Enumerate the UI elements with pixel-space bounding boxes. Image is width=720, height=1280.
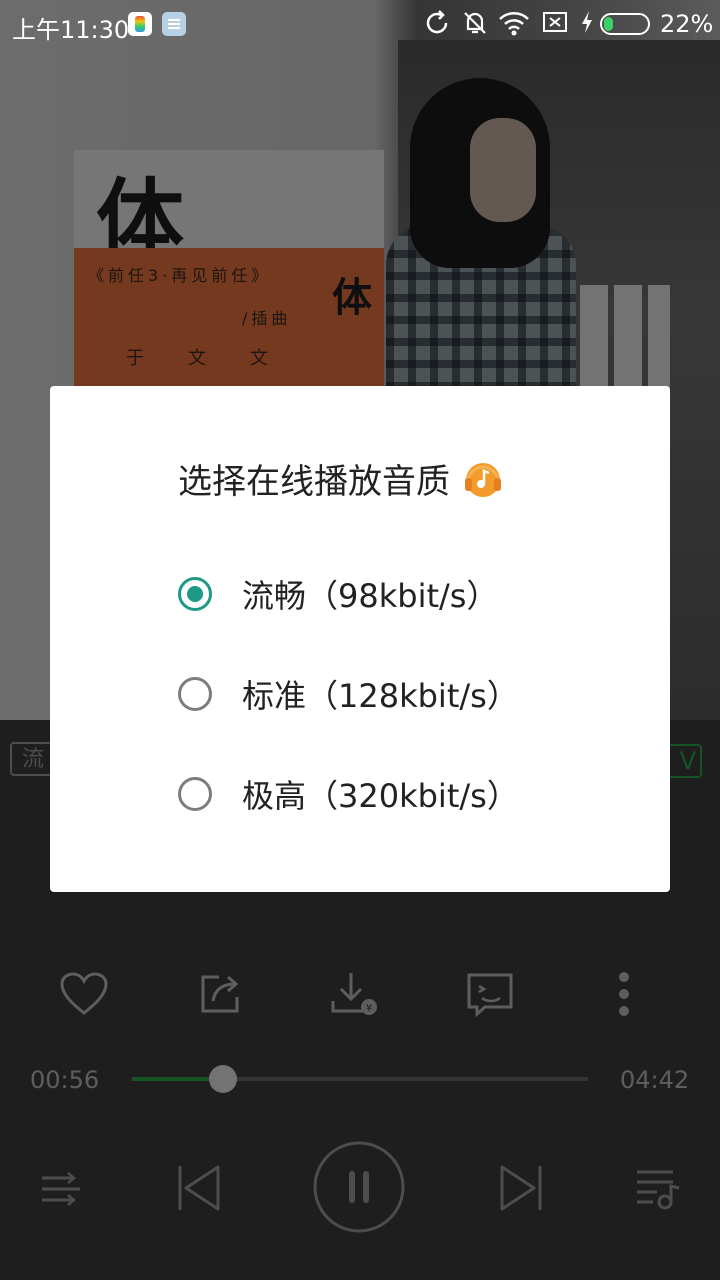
- battery-percent: 22%: [660, 10, 714, 38]
- dialog-title-text: 选择在线播放音质: [178, 462, 450, 502]
- status-bar: 上午11:30 22%: [0, 0, 720, 50]
- status-time: 上午11:30: [12, 16, 130, 44]
- quality-dialog: 选择在线播放音质 流畅（98kbit/s） 标准（128kbit/s） 极高（3…: [50, 386, 670, 892]
- option-smooth[interactable]: 流畅（98kbit/s）: [178, 564, 498, 624]
- radio-standard[interactable]: [178, 677, 212, 711]
- battery-fill: [604, 17, 614, 31]
- music-app-notification-icon: [128, 12, 152, 36]
- radio-high[interactable]: [178, 777, 212, 811]
- charging-icon: [580, 10, 594, 40]
- sim-off-icon: [542, 10, 568, 40]
- mute-bell-icon: [462, 10, 488, 42]
- dialog-title: 选择在线播放音质: [178, 454, 504, 503]
- radio-smooth[interactable]: [178, 577, 212, 611]
- option-standard-label: 标准（128kbit/s）: [242, 677, 519, 715]
- sync-icon: [424, 10, 450, 42]
- battery-icon: [600, 13, 650, 35]
- note-app-notification-icon: [162, 12, 186, 36]
- option-standard[interactable]: 标准（128kbit/s）: [178, 664, 519, 724]
- wifi-icon: [498, 10, 530, 42]
- headphone-icon: [462, 458, 504, 500]
- option-high-label: 极高（320kbit/s）: [242, 777, 519, 815]
- option-high[interactable]: 极高（320kbit/s）: [178, 764, 519, 824]
- option-smooth-label: 流畅（98kbit/s）: [242, 577, 499, 615]
